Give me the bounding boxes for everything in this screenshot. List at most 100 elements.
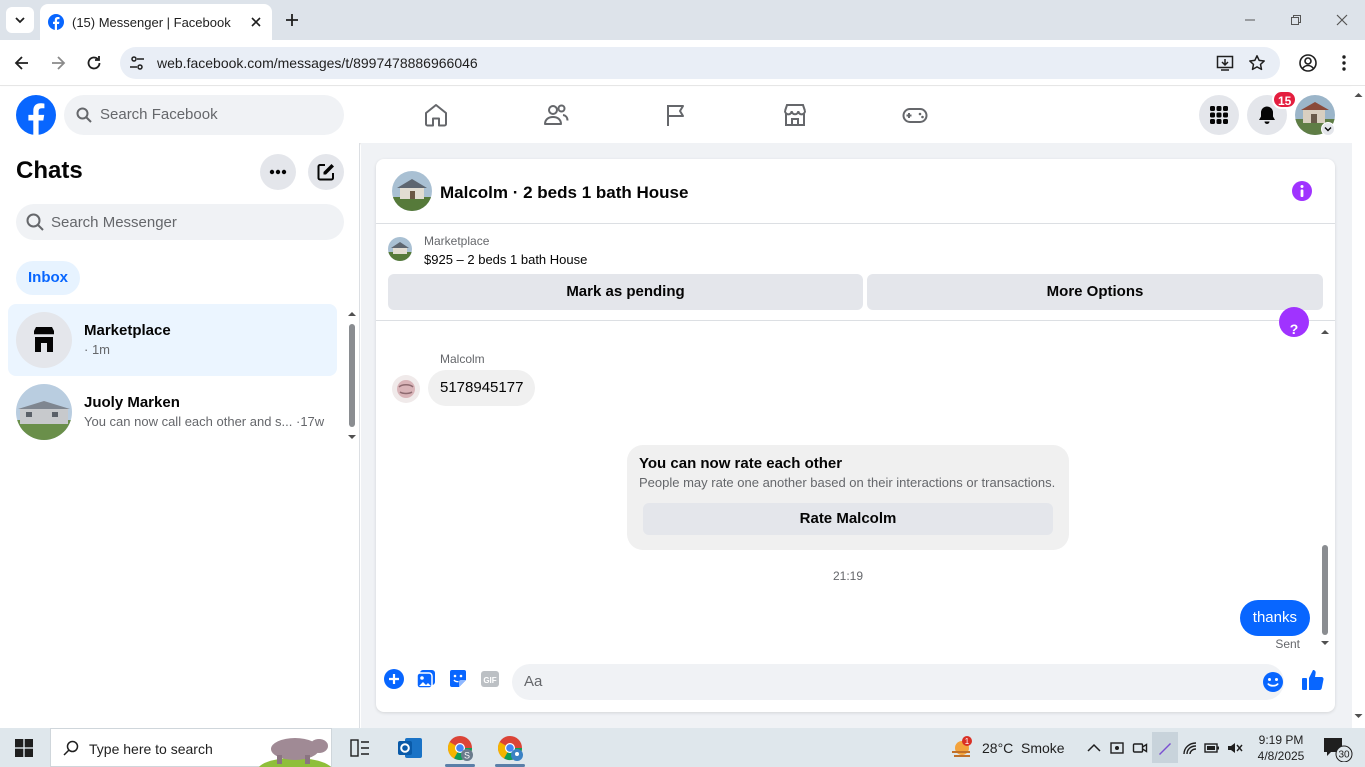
menu-grid-button[interactable] <box>1199 95 1239 135</box>
reload-icon[interactable] <box>84 53 104 73</box>
message-list-scrollbar[interactable] <box>1318 325 1332 649</box>
notification-count: 30 <box>1338 750 1350 761</box>
conversation-item-marketplace[interactable]: Marketplace · 1m <box>8 304 337 376</box>
listing-title[interactable]: $925 – 2 beds 1 bath House <box>424 252 587 267</box>
marketplace-avatar <box>16 312 72 368</box>
page-scrollbar[interactable] <box>1352 87 1365 728</box>
bookmark-star-icon[interactable] <box>1248 54 1266 72</box>
notification-center-icon[interactable]: 30 <box>1322 736 1356 762</box>
search-icon <box>63 740 79 756</box>
help-icon[interactable]: ? <box>1279 307 1309 337</box>
windows-start-icon[interactable] <box>15 739 33 757</box>
meet-now-icon[interactable] <box>1132 740 1148 756</box>
conversation-item-juoly-marken[interactable]: Juoly Marken You can now call each other… <box>8 376 337 448</box>
photo-icon[interactable] <box>415 668 437 690</box>
tab-title: (15) Messenger | Facebook <box>72 14 231 30</box>
taskbar-search-placeholder: Type here to search <box>89 741 213 757</box>
profile-icon[interactable] <box>1298 53 1318 73</box>
browser-menu-icon[interactable] <box>1334 53 1354 73</box>
chrome-app-icon[interactable] <box>496 734 524 762</box>
task-view-icon[interactable] <box>350 739 370 757</box>
rate-each-other-card: You can now rate each other People may r… <box>627 445 1069 550</box>
emoji-icon[interactable] <box>1262 671 1284 693</box>
juoly-marken-avatar <box>16 384 72 440</box>
conversation-header: Malcolm · 2 beds 1 bath House <box>376 159 1335 224</box>
delivery-status: Sent <box>1275 637 1300 651</box>
install-app-icon[interactable] <box>1216 54 1234 72</box>
conversation-title[interactable]: Malcolm · 2 beds 1 bath House <box>440 183 688 203</box>
tray-app-icon[interactable] <box>1109 740 1125 756</box>
outlook-app-icon[interactable] <box>396 734 424 762</box>
facebook-favicon-icon <box>48 14 64 30</box>
listing-avatar[interactable] <box>392 171 432 211</box>
message-input-placeholder: Aa <box>524 673 543 690</box>
chat-options-button[interactable] <box>260 154 296 190</box>
conversation-preview: You can now call each other and s... ·17… <box>84 414 325 429</box>
site-settings-icon[interactable] <box>129 55 145 71</box>
message-input[interactable]: Aa <box>512 664 1284 700</box>
tab-search-dropdown-icon[interactable] <box>6 7 34 33</box>
incoming-message-bubble[interactable]: 5178945177 <box>428 370 536 406</box>
facebook-top-bar: Search Facebook 15 <box>0 87 1352 143</box>
clock-time: 9:19 PM <box>1258 733 1304 747</box>
like-thumbs-up-icon[interactable] <box>1301 668 1325 692</box>
chats-sidebar: Chats Search Messenger Inbox Marketplace… <box>0 143 360 728</box>
facebook-search-input[interactable]: Search Facebook <box>64 95 344 135</box>
compose-icon <box>317 164 334 181</box>
taskbar-search-box[interactable]: Type here to search <box>50 728 332 767</box>
weather-sun-haze-icon: 1 <box>952 736 972 757</box>
new-message-button[interactable] <box>308 154 344 190</box>
rate-malcolm-button[interactable]: Rate Malcolm <box>643 503 1053 535</box>
gif-icon[interactable]: GIF <box>479 668 501 690</box>
account-chevron-down-icon[interactable] <box>1321 122 1335 136</box>
taskbar-clock[interactable]: 9:19 PM 4/8/2025 <box>1251 732 1311 764</box>
marketplace-listing-banner: Marketplace $925 – 2 beds 1 bath House M… <box>376 224 1335 321</box>
weather-alert-count: 1 <box>965 737 970 746</box>
sticker-icon[interactable] <box>447 668 469 690</box>
mark-as-pending-button[interactable]: Mark as pending <box>388 274 863 310</box>
listing-source-label: Marketplace <box>424 234 490 248</box>
show-hidden-icons-chevron-up-icon[interactable] <box>1086 740 1102 756</box>
info-icon[interactable] <box>1292 181 1312 201</box>
chrome-profile-s-app-icon[interactable]: S <box>446 734 474 762</box>
gaming-icon[interactable] <box>901 101 929 129</box>
bell-icon <box>1259 106 1275 124</box>
browser-tab-active[interactable]: (15) Messenger | Facebook <box>40 4 272 40</box>
back-arrow-icon[interactable] <box>12 53 32 73</box>
chat-list-scrollbar[interactable] <box>346 308 358 442</box>
add-attachment-icon[interactable] <box>383 668 405 690</box>
minimize-window-icon[interactable] <box>1227 0 1273 40</box>
network-icon[interactable] <box>1182 740 1198 756</box>
listing-thumbnail[interactable] <box>388 237 412 261</box>
close-tab-icon[interactable] <box>248 14 264 30</box>
close-window-icon[interactable] <box>1319 0 1365 40</box>
forward-arrow-icon[interactable] <box>48 53 68 73</box>
marketplace-icon[interactable] <box>781 101 809 129</box>
conversation-name: Juoly Marken <box>84 394 180 411</box>
address-bar[interactable]: web.facebook.com/messages/t/899747888696… <box>120 47 1280 79</box>
rate-card-heading: You can now rate each other <box>639 455 843 472</box>
messenger-search-placeholder: Search Messenger <box>51 214 177 231</box>
more-options-button[interactable]: More Options <box>867 274 1323 310</box>
weather-widget[interactable]: 1 <box>950 736 976 760</box>
sender-name: Malcolm <box>440 352 485 366</box>
home-icon[interactable] <box>422 101 450 129</box>
pen-workspace-icon[interactable] <box>1157 740 1173 756</box>
sender-avatar[interactable] <box>392 375 420 403</box>
more-dots-icon <box>269 169 287 175</box>
new-tab-icon[interactable] <box>282 10 302 30</box>
facebook-search-placeholder: Search Facebook <box>100 106 218 123</box>
restore-window-icon[interactable] <box>1273 0 1319 40</box>
friends-icon[interactable] <box>542 101 570 129</box>
conversation-preview: · 1m <box>84 342 110 357</box>
facebook-logo-icon[interactable] <box>16 95 56 135</box>
outgoing-message-bubble[interactable]: thanks <box>1239 600 1310 636</box>
battery-icon[interactable] <box>1204 740 1220 756</box>
messenger-search-input[interactable]: Search Messenger <box>16 204 344 240</box>
inbox-filter-tab[interactable]: Inbox <box>16 261 80 295</box>
search-highlight-hippo-icon <box>259 738 331 767</box>
weather-temperature: 28°C <box>982 740 1014 756</box>
pages-flag-icon[interactable] <box>662 101 690 129</box>
volume-muted-icon[interactable] <box>1227 740 1243 756</box>
windows-taskbar: Type here to search S 1 28°C Smoke 9:19 … <box>0 728 1365 767</box>
